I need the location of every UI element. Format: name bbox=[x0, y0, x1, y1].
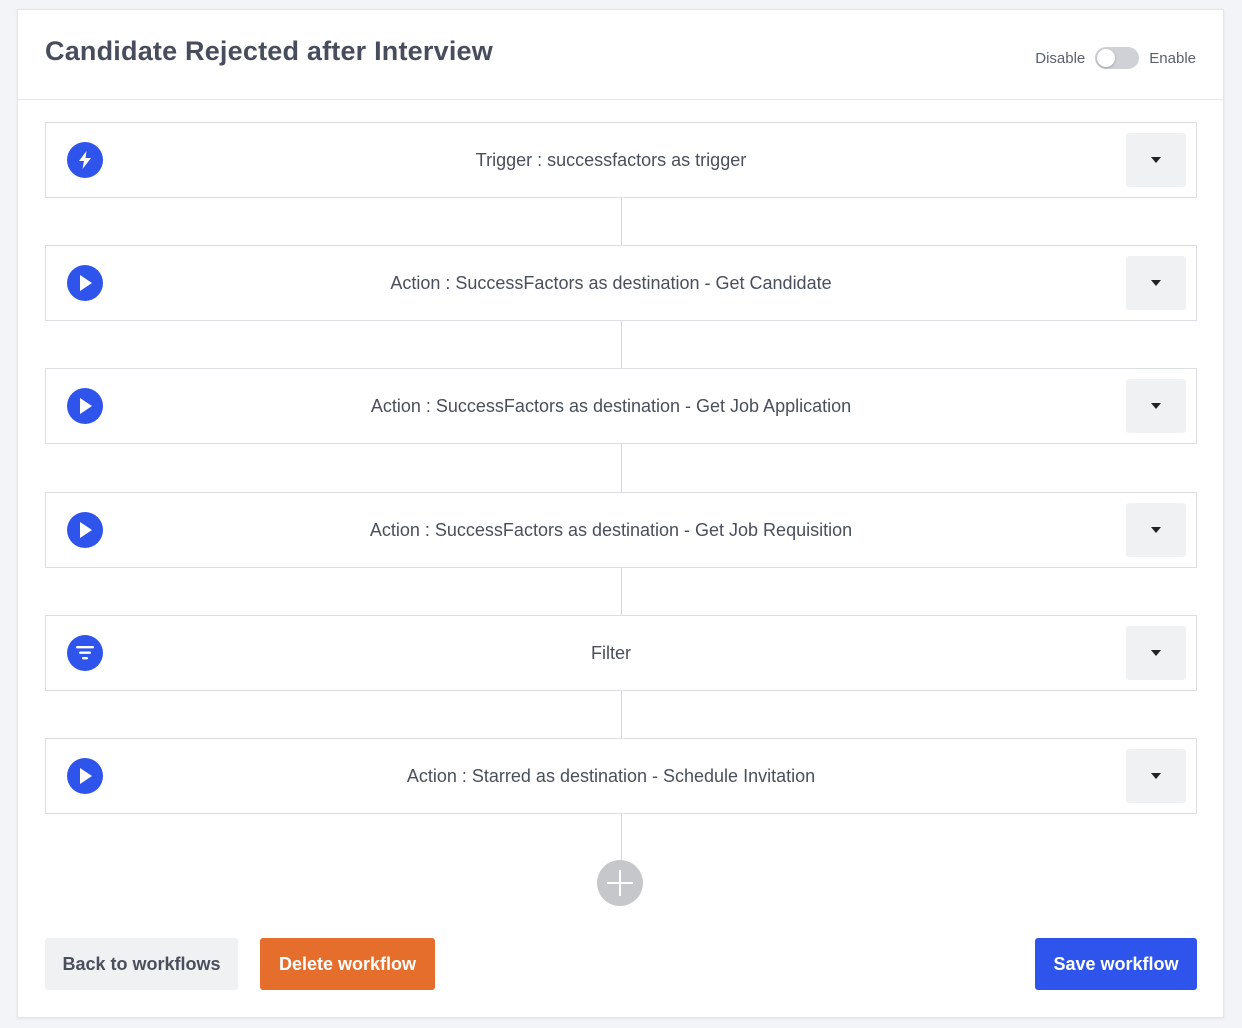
enable-toggle[interactable] bbox=[1095, 47, 1140, 69]
workflow-step-trigger[interactable]: Trigger : successfactors as trigger bbox=[45, 122, 1197, 198]
step-connector bbox=[621, 568, 622, 615]
step-connector bbox=[621, 444, 622, 492]
filter-icon bbox=[67, 635, 103, 671]
caret-down-icon bbox=[1151, 527, 1161, 533]
save-workflow-button[interactable]: Save workflow bbox=[1035, 938, 1197, 990]
add-step-button[interactable] bbox=[597, 860, 643, 906]
step-expand-button[interactable] bbox=[1126, 256, 1186, 310]
step-label: Action : SuccessFactors as destination -… bbox=[370, 395, 852, 416]
step-label: Action : SuccessFactors as destination -… bbox=[390, 272, 832, 293]
page-title: Candidate Rejected after Interview bbox=[45, 36, 493, 66]
play-icon bbox=[67, 512, 103, 548]
workflow-card: Candidate Rejected after Interview Disab… bbox=[17, 9, 1224, 1018]
caret-down-icon bbox=[1151, 280, 1161, 286]
lightning-icon bbox=[67, 142, 103, 178]
step-label: Action : Starred as destination - Schedu… bbox=[406, 765, 816, 786]
workflow-step-action[interactable]: Action : Starred as destination - Schedu… bbox=[45, 738, 1197, 814]
caret-down-icon bbox=[1151, 157, 1161, 163]
enable-toggle-group: Disable Enable bbox=[1035, 47, 1196, 69]
step-expand-button[interactable] bbox=[1126, 379, 1186, 433]
toggle-knob bbox=[1097, 49, 1116, 67]
caret-down-icon bbox=[1151, 403, 1161, 409]
step-expand-button[interactable] bbox=[1126, 626, 1186, 680]
step-label: Filter bbox=[591, 642, 631, 663]
play-icon bbox=[67, 758, 103, 794]
step-expand-button[interactable] bbox=[1126, 749, 1186, 803]
step-label: Action : SuccessFactors as destination -… bbox=[369, 519, 853, 540]
step-expand-button[interactable] bbox=[1126, 503, 1186, 557]
workflow-step-filter[interactable]: Filter bbox=[45, 615, 1197, 691]
workflow-header: Candidate Rejected after Interview Disab… bbox=[18, 10, 1223, 100]
back-to-workflows-button[interactable]: Back to workflows bbox=[45, 938, 238, 990]
workflow-step-action[interactable]: Action : SuccessFactors as destination -… bbox=[45, 492, 1197, 568]
enable-label: Enable bbox=[1149, 49, 1196, 67]
play-icon bbox=[67, 265, 103, 301]
disable-label: Disable bbox=[1035, 49, 1086, 67]
caret-down-icon bbox=[1151, 650, 1161, 656]
workflow-step-action[interactable]: Action : SuccessFactors as destination -… bbox=[45, 368, 1197, 444]
caret-down-icon bbox=[1151, 773, 1161, 779]
workflow-step-action[interactable]: Action : SuccessFactors as destination -… bbox=[45, 245, 1197, 321]
step-connector bbox=[621, 321, 622, 368]
step-expand-button[interactable] bbox=[1126, 133, 1186, 187]
delete-workflow-button[interactable]: Delete workflow bbox=[260, 938, 435, 990]
play-icon bbox=[67, 388, 103, 424]
step-connector bbox=[621, 691, 622, 738]
step-label: Trigger : successfactors as trigger bbox=[475, 149, 747, 170]
plus-icon bbox=[607, 870, 633, 896]
step-connector bbox=[621, 198, 622, 245]
